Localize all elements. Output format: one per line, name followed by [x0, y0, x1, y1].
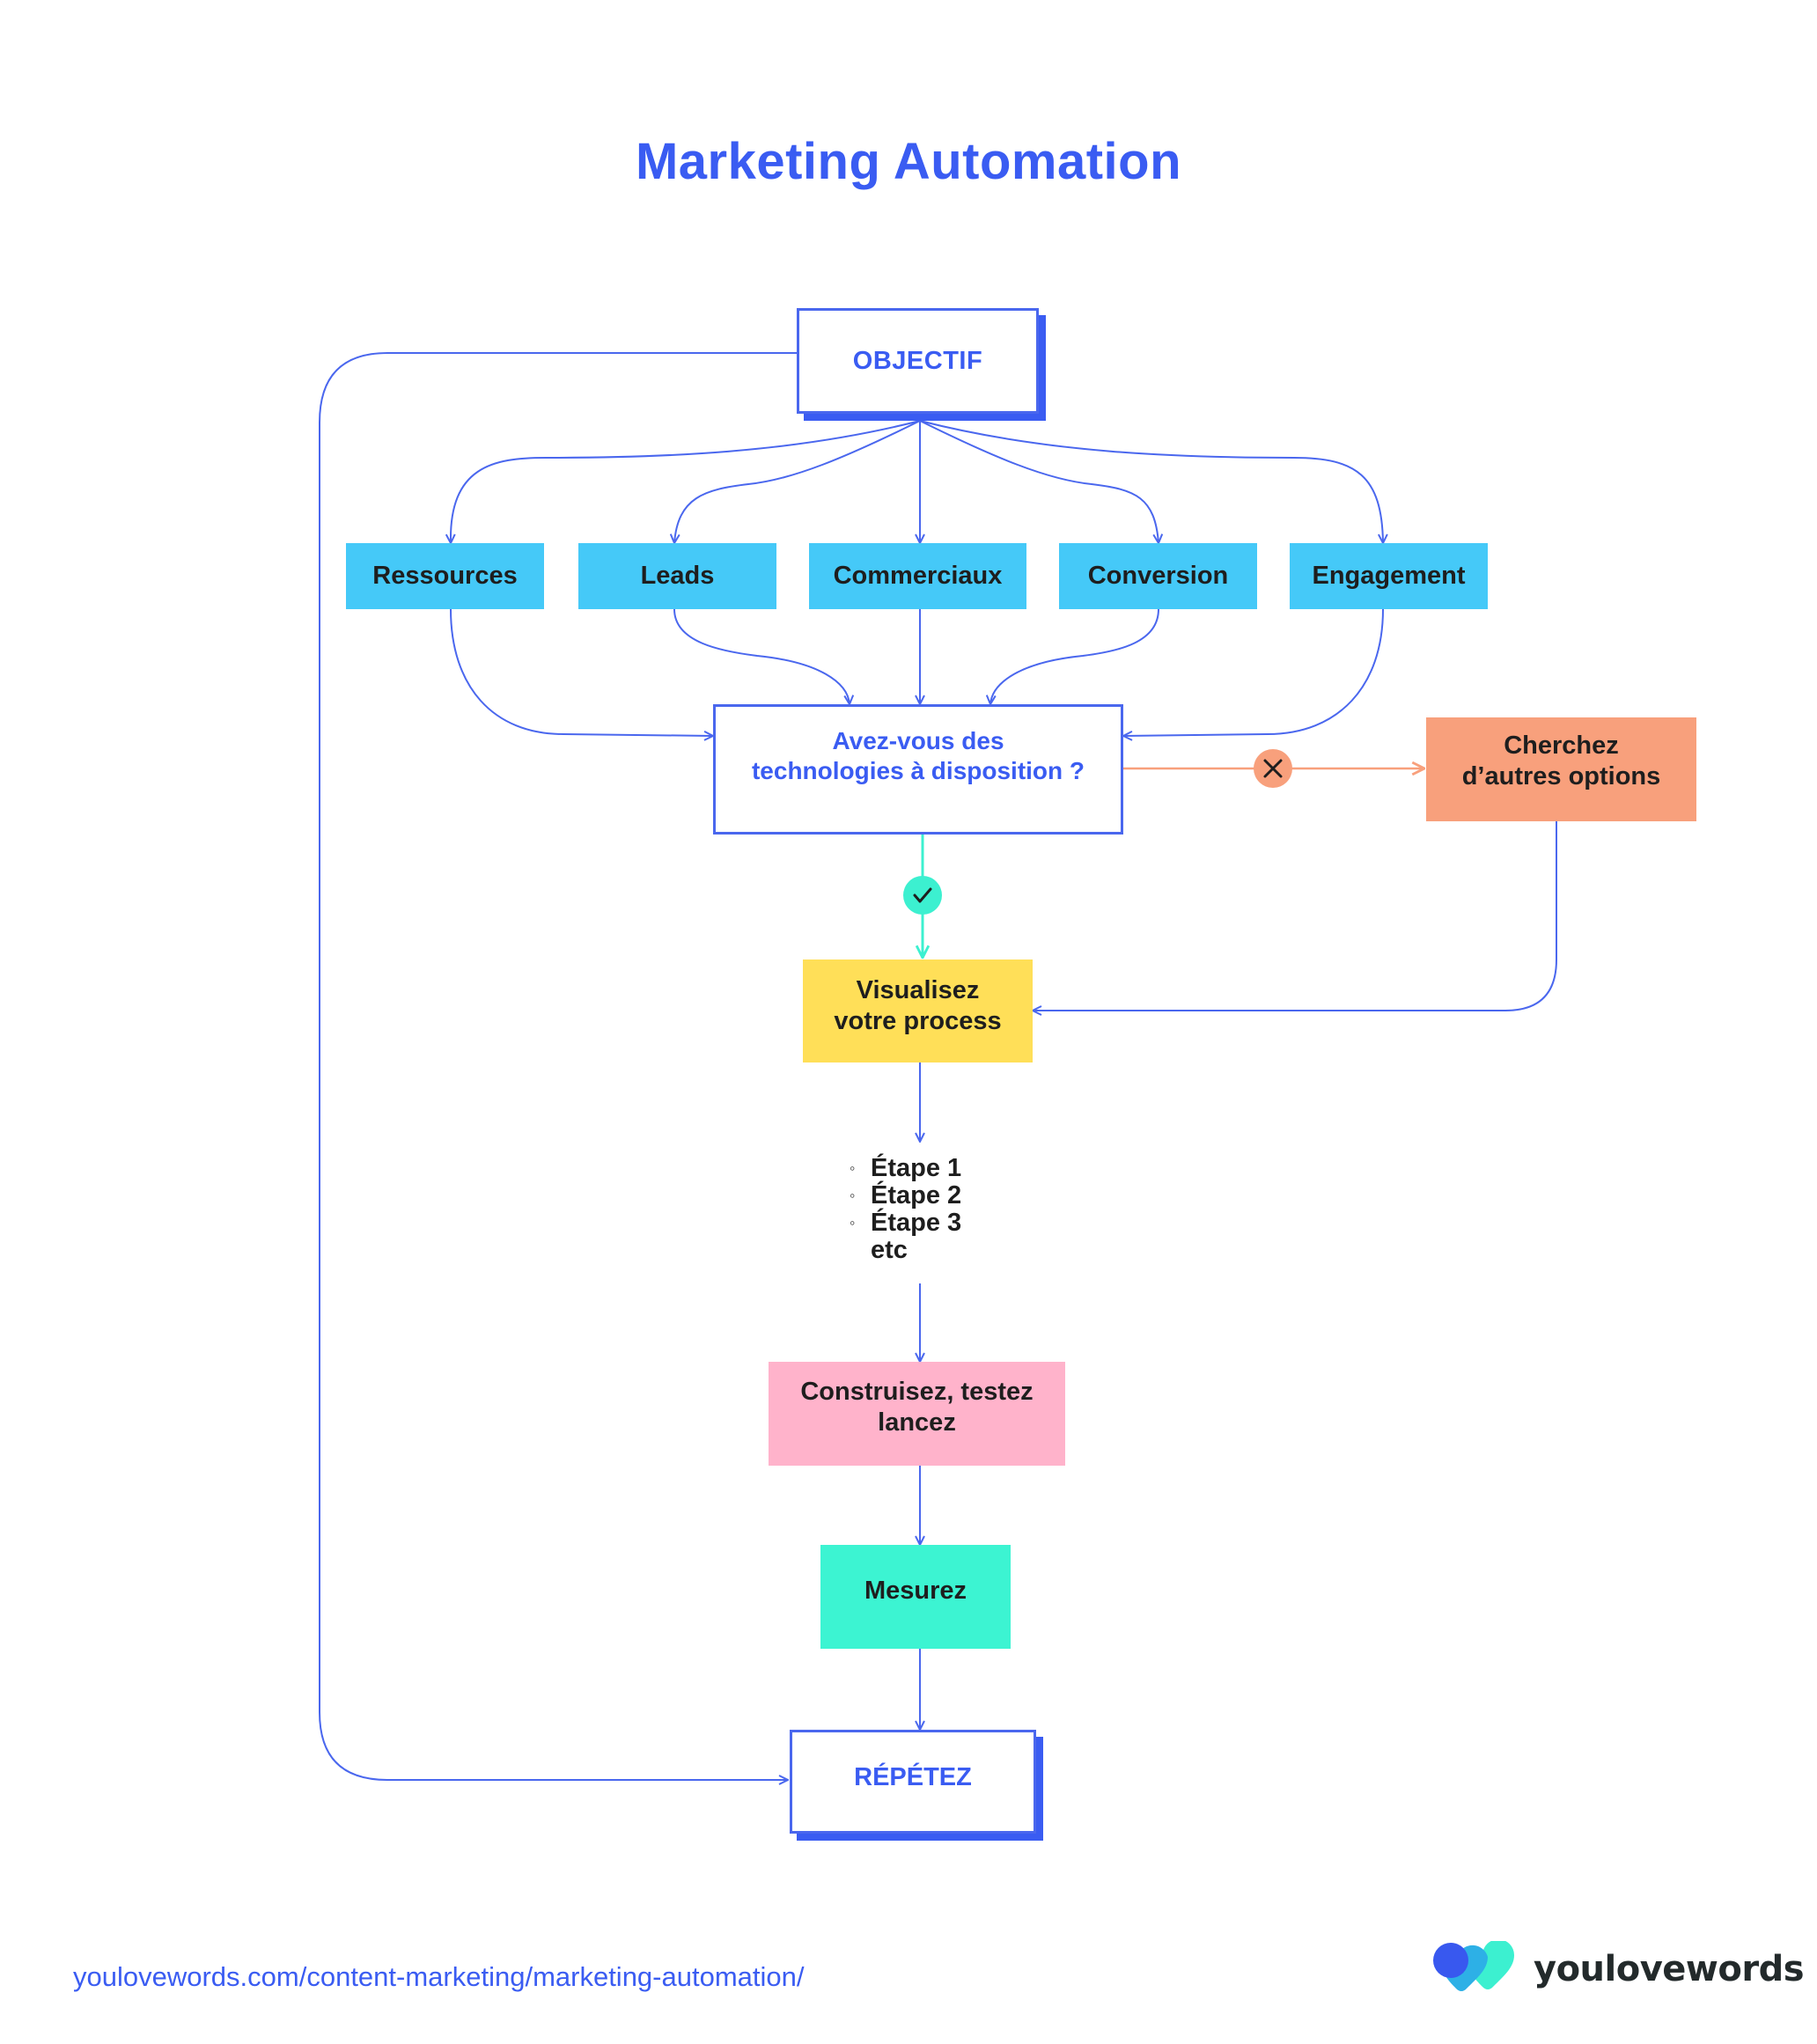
step-label: Étape 2	[871, 1181, 962, 1209]
connector-objectif-leads	[674, 420, 921, 543]
page-title: Marketing Automation	[635, 133, 1182, 190]
connector-alternative-visualize	[1033, 821, 1557, 1011]
steps-list-item: ◦ Étape 1	[850, 1155, 961, 1182]
question-line-2: technologies à disposition ?	[751, 757, 1085, 784]
bullet-icon: ◦	[850, 1159, 856, 1177]
brand-logo[interactable]: youlovewords	[1433, 1941, 1805, 1997]
node-alternative: Cherchez d’autres options	[1426, 717, 1696, 821]
step-label: Étape 3	[871, 1209, 962, 1237]
node-repeat: RÉPÉTEZ	[790, 1730, 1036, 1834]
node-category-leads: Leads	[578, 543, 776, 609]
category-label: Ressources	[372, 562, 518, 591]
connector-objectif-engagement	[919, 420, 1383, 543]
build-line-2: lancez	[878, 1408, 956, 1437]
node-category-conversion: Conversion	[1059, 543, 1257, 609]
bullet-icon: ◦	[850, 1214, 856, 1232]
node-objectif-label: OBJECTIF	[852, 346, 983, 375]
alternative-line-2: d’autres options	[1461, 762, 1661, 790]
visualize-line-2: votre process	[834, 1006, 1002, 1035]
alternative-line-1: Cherchez	[1504, 732, 1619, 761]
steps-list-item: ◦ Étape 3	[850, 1209, 961, 1237]
steps-list-tail: etc	[850, 1237, 961, 1264]
step-label: Étape 1	[871, 1154, 962, 1182]
visualize-line-1: Visualisez	[856, 975, 980, 1004]
node-category-ressources: Ressources	[346, 543, 544, 609]
question-line-1: Avez-vous des	[832, 727, 1004, 755]
category-label: Leads	[640, 562, 715, 591]
node-measure: Mesurez	[820, 1545, 1011, 1649]
connector-conversion-question	[990, 608, 1159, 704]
node-visualize: Visualisez votre process	[803, 960, 1033, 1062]
footer-url[interactable]: youlovewords.com/content-marketing/marke…	[73, 1961, 805, 1993]
connector-leads-question	[673, 608, 850, 704]
repeat-label: RÉPÉTEZ	[854, 1762, 972, 1791]
node-category-commerciaux: Commerciaux	[809, 543, 1026, 609]
category-label: Commerciaux	[833, 562, 1003, 591]
bullet-icon: ◦	[850, 1187, 856, 1204]
connector-objectif-ressources	[451, 420, 921, 543]
category-label: Engagement	[1312, 562, 1466, 591]
node-question: Avez-vous des technologies à disposition…	[713, 704, 1123, 835]
steps-etc-label: etc	[871, 1236, 908, 1264]
node-category-engagement: Engagement	[1290, 543, 1488, 609]
measure-label: Mesurez	[864, 1576, 967, 1605]
connector-engagement-question	[1123, 608, 1384, 736]
build-line-1: Construisez, testez	[800, 1378, 1034, 1407]
node-objectif: OBJECTIF	[797, 308, 1039, 414]
connector-objectif-conversion	[919, 420, 1159, 543]
node-build: Construisez, testez lancez	[769, 1362, 1065, 1466]
steps-list-item: ◦ Étape 2	[850, 1182, 961, 1209]
yes-decision-marker	[903, 876, 942, 915]
connector-ressources-question	[450, 608, 713, 736]
category-label: Conversion	[1087, 562, 1229, 591]
hearts-logo-icon	[1433, 1941, 1514, 1991]
brand-name: youlovewords	[1534, 1949, 1805, 1989]
no-decision-marker	[1254, 749, 1292, 788]
steps-list: ◦ Étape 1 ◦ Étape 2 ◦ Étape 3 etc	[850, 1155, 961, 1264]
